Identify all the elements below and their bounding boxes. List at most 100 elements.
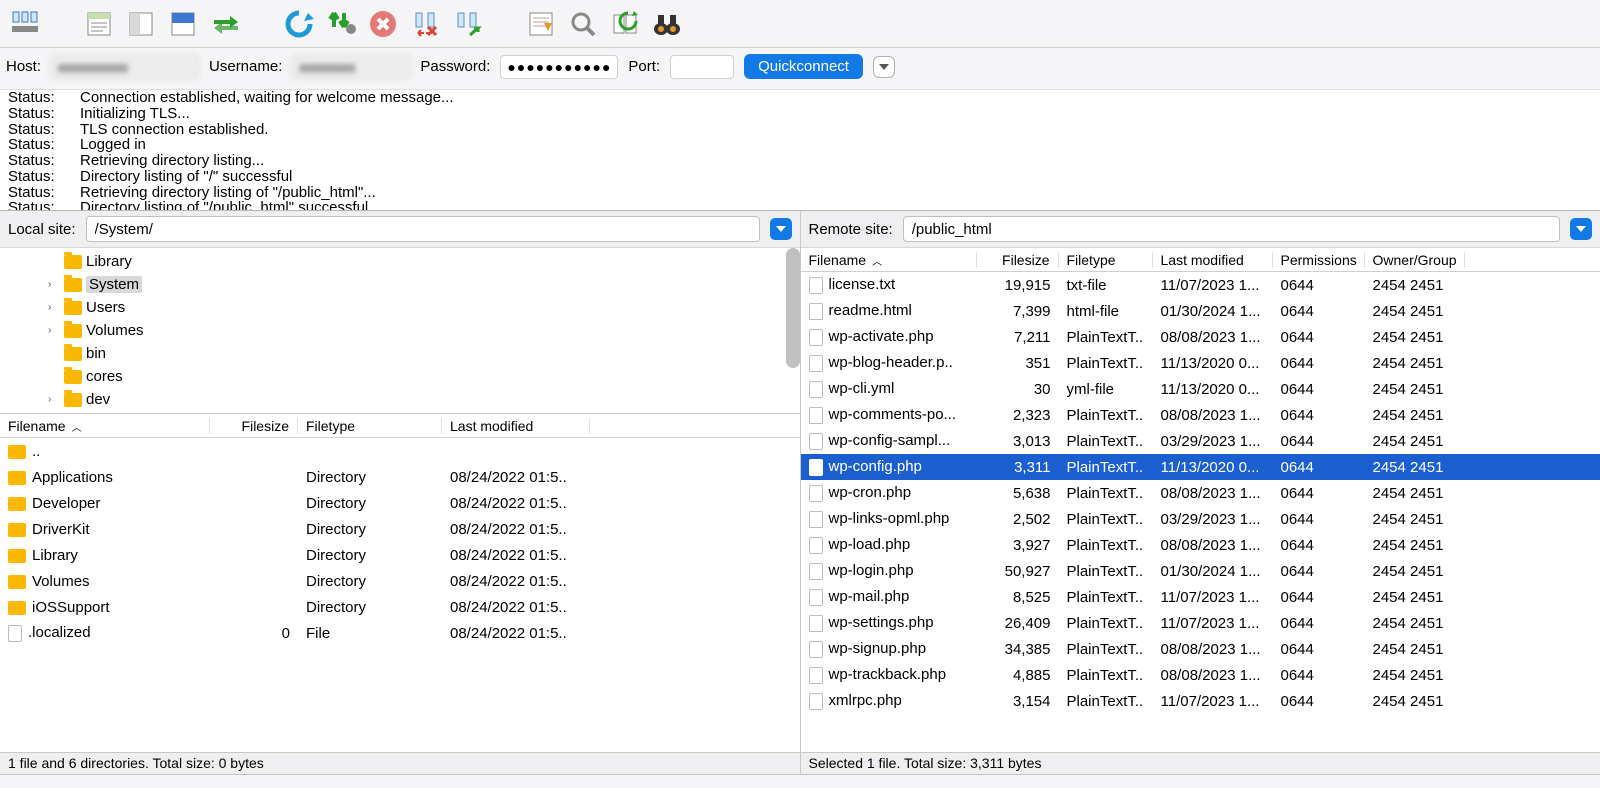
- col-filetype[interactable]: Filetype: [1059, 252, 1153, 268]
- list-row[interactable]: wp-trackback.php4,885PlainTextT..08/08/2…: [801, 662, 1600, 688]
- compare-icon[interactable]: [608, 7, 642, 41]
- cell-type: PlainTextT..: [1059, 641, 1153, 658]
- quickconnect-history-dropdown[interactable]: [873, 56, 895, 78]
- local-list-header[interactable]: Filename︿ Filesize Filetype Last modifie…: [0, 414, 800, 438]
- quickconnect-button[interactable]: Quickconnect: [744, 54, 863, 79]
- list-row[interactable]: readme.html7,399html-file01/30/2024 1...…: [801, 298, 1600, 324]
- remote-list-header[interactable]: Filename︿ Filesize Filetype Last modifie…: [801, 248, 1600, 272]
- tree-item[interactable]: Library: [8, 250, 792, 273]
- list-row[interactable]: wp-config-sampl...3,013PlainTextT..03/29…: [801, 428, 1600, 454]
- cell-owner: 2454 2451: [1365, 355, 1465, 372]
- list-row[interactable]: .localized0File08/24/2022 01:5..: [0, 620, 800, 646]
- col-lastmod[interactable]: Last modified: [1153, 252, 1273, 268]
- local-path-dropdown[interactable]: [770, 218, 792, 240]
- expand-icon[interactable]: ›: [48, 279, 60, 290]
- host-input[interactable]: [51, 55, 199, 79]
- cell-type: yml-file: [1059, 381, 1153, 398]
- binoculars-icon[interactable]: [650, 7, 684, 41]
- filter-icon[interactable]: [524, 7, 558, 41]
- col-filetype[interactable]: Filetype: [298, 418, 442, 434]
- list-row[interactable]: wp-settings.php26,409PlainTextT..11/07/2…: [801, 610, 1600, 636]
- toggle-transfer-icon[interactable]: [208, 7, 242, 41]
- tree-item[interactable]: bin: [8, 342, 792, 365]
- list-row[interactable]: license.txt19,915txt-file11/07/2023 1...…: [801, 272, 1600, 298]
- log-row: Status:Retrieving directory listing...: [8, 153, 1592, 169]
- password-label: Password:: [420, 58, 490, 75]
- local-path-input[interactable]: [86, 216, 760, 242]
- cell-owner: 2454 2451: [1365, 641, 1465, 658]
- list-row[interactable]: ..: [0, 438, 800, 464]
- local-tree[interactable]: Library› System› Users› Volumes bin core…: [0, 248, 800, 414]
- expand-icon[interactable]: ›: [48, 302, 60, 313]
- tree-item-label: Users: [86, 299, 125, 316]
- toggle-log-icon[interactable]: [82, 7, 116, 41]
- list-row[interactable]: wp-comments-po...2,323PlainTextT..08/08/…: [801, 402, 1600, 428]
- col-filesize[interactable]: Filesize: [210, 418, 298, 434]
- list-row[interactable]: wp-cli.yml30yml-file11/13/2020 0...06442…: [801, 376, 1600, 402]
- list-row[interactable]: iOSSupportDirectory08/24/2022 01:5..: [0, 594, 800, 620]
- log-row: Status:Retrieving directory listing of "…: [8, 185, 1592, 201]
- cell-name: wp-config.php: [801, 458, 977, 476]
- toggle-local-icon[interactable]: [124, 7, 158, 41]
- site-manager-icon[interactable]: [8, 7, 42, 41]
- list-row[interactable]: wp-login.php50,927PlainTextT..01/30/2024…: [801, 558, 1600, 584]
- list-row[interactable]: LibraryDirectory08/24/2022 01:5..: [0, 542, 800, 568]
- cell-size: 2,323: [977, 407, 1059, 424]
- reconnect-icon[interactable]: [450, 7, 484, 41]
- cell-name: wp-comments-po...: [801, 406, 977, 424]
- log-label: Status:: [8, 106, 58, 122]
- list-row[interactable]: ApplicationsDirectory08/24/2022 01:5..: [0, 464, 800, 490]
- local-file-list[interactable]: ..ApplicationsDirectory08/24/2022 01:5..…: [0, 438, 800, 752]
- cell-type: txt-file: [1059, 277, 1153, 294]
- expand-icon[interactable]: ›: [48, 394, 60, 405]
- list-row[interactable]: xmlrpc.php3,154PlainTextT..11/07/2023 1.…: [801, 688, 1600, 714]
- disconnect-icon[interactable]: [408, 7, 442, 41]
- log-label: Status:: [8, 90, 58, 106]
- list-row[interactable]: DeveloperDirectory08/24/2022 01:5..: [0, 490, 800, 516]
- process-queue-icon[interactable]: [324, 7, 358, 41]
- cell-name: xmlrpc.php: [801, 692, 977, 710]
- tree-item[interactable]: › Volumes: [8, 319, 792, 342]
- col-lastmod[interactable]: Last modified: [442, 418, 590, 434]
- list-row[interactable]: wp-blog-header.p..351PlainTextT..11/13/2…: [801, 350, 1600, 376]
- expand-icon[interactable]: ›: [48, 325, 60, 336]
- cell-type: Directory: [298, 495, 442, 512]
- col-filesize[interactable]: Filesize: [977, 252, 1059, 268]
- username-input[interactable]: [292, 55, 410, 79]
- list-row[interactable]: wp-activate.php7,211PlainTextT..08/08/20…: [801, 324, 1600, 350]
- tree-item[interactable]: cores: [8, 365, 792, 388]
- cell-owner: 2454 2451: [1365, 693, 1465, 710]
- col-permissions[interactable]: Permissions: [1273, 252, 1365, 268]
- refresh-icon[interactable]: [282, 7, 316, 41]
- tree-item[interactable]: › Users: [8, 296, 792, 319]
- cell-mod: 08/08/2023 1...: [1153, 329, 1273, 346]
- cell-size: 50,927: [977, 563, 1059, 580]
- list-row[interactable]: wp-config.php3,311PlainTextT..11/13/2020…: [801, 454, 1600, 480]
- list-row[interactable]: wp-signup.php34,385PlainTextT..08/08/202…: [801, 636, 1600, 662]
- remote-path-dropdown[interactable]: [1570, 218, 1592, 240]
- list-row[interactable]: VolumesDirectory08/24/2022 01:5..: [0, 568, 800, 594]
- tree-item[interactable]: › dev: [8, 388, 792, 411]
- cell-name: license.txt: [801, 276, 977, 294]
- list-row[interactable]: wp-links-opml.php2,502PlainTextT..03/29/…: [801, 506, 1600, 532]
- list-row[interactable]: DriverKitDirectory08/24/2022 01:5..: [0, 516, 800, 542]
- cell-name: wp-cli.yml: [801, 380, 977, 398]
- tree-item[interactable]: › System: [8, 273, 792, 296]
- search-icon[interactable]: [566, 7, 600, 41]
- log-message: TLS connection established.: [80, 122, 268, 138]
- list-row[interactable]: wp-mail.php8,525PlainTextT..11/07/2023 1…: [801, 584, 1600, 610]
- tree-item[interactable]: etc: [8, 411, 792, 414]
- remote-file-list[interactable]: license.txt19,915txt-file11/07/2023 1...…: [801, 272, 1600, 752]
- remote-path-input[interactable]: [903, 216, 1560, 242]
- cancel-icon[interactable]: [366, 7, 400, 41]
- file-icon: [809, 537, 823, 554]
- toggle-remote-icon[interactable]: [166, 7, 200, 41]
- list-row[interactable]: wp-load.php3,927PlainTextT..08/08/2023 1…: [801, 532, 1600, 558]
- cell-type: PlainTextT..: [1059, 563, 1153, 580]
- col-owner[interactable]: Owner/Group: [1365, 252, 1465, 268]
- cell-type: Directory: [298, 547, 442, 564]
- password-input[interactable]: [500, 55, 618, 79]
- list-row[interactable]: wp-cron.php5,638PlainTextT..08/08/2023 1…: [801, 480, 1600, 506]
- scrollbar[interactable]: [786, 248, 800, 368]
- port-input[interactable]: [670, 55, 734, 79]
